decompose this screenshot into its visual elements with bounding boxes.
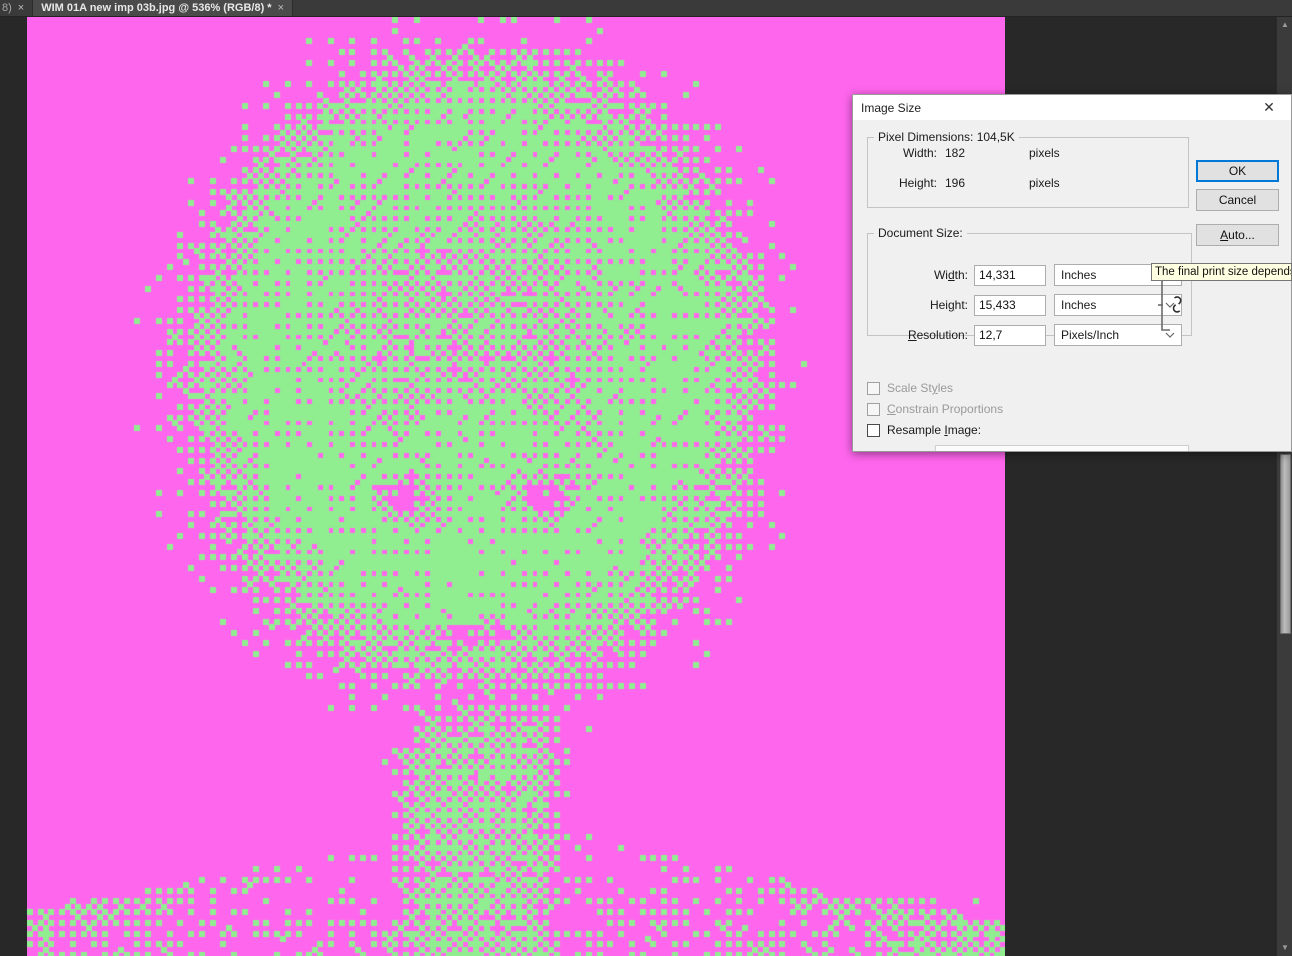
pixel-dimensions-legend: Pixel Dimensions: 104,5K: [878, 130, 1015, 144]
dialog-title-bar[interactable]: Image Size ✕: [853, 95, 1291, 120]
resample-image-row[interactable]: Resample Image:: [867, 423, 981, 437]
close-icon[interactable]: ×: [278, 2, 284, 14]
document-tab-strip: 8) × WIM 01A new imp 03b.jpg @ 536% (RGB…: [0, 0, 1292, 17]
vertical-scrollbar-thumb[interactable]: [1280, 454, 1291, 634]
pixel-height-row: Height: 196 pixels: [883, 176, 1060, 190]
document-resolution-unit-value: Pixels/Inch: [1061, 328, 1120, 342]
pixel-width-row: Width: 182 pixels: [883, 146, 1060, 160]
document-size-group: Document Size: Width: Inches Height: Inc…: [867, 226, 1192, 346]
pixel-height-value: 196: [945, 176, 966, 190]
ok-button-label: OK: [1228, 164, 1247, 178]
auto-button-label: Auto...: [1220, 228, 1255, 242]
document-size-legend: Document Size:: [878, 226, 963, 240]
constrain-proportions-checkbox[interactable]: [867, 402, 880, 416]
document-resolution-row: Resolution: Pixels/Inch: [886, 324, 1182, 346]
document-height-row: Height: Inches: [886, 294, 1182, 316]
resample-image-checkbox[interactable]: [867, 423, 880, 437]
pixel-height-label: Height:: [898, 176, 937, 190]
document-tab-active[interactable]: WIM 01A new imp 03b.jpg @ 536% (RGB/8) *…: [33, 0, 294, 16]
document-width-label: Width:: [933, 268, 968, 282]
close-icon[interactable]: ×: [18, 2, 24, 14]
document-tab-partial-label: 8): [2, 2, 12, 14]
pixel-width-value: 182: [945, 146, 966, 160]
chevron-down-icon: [1165, 300, 1175, 309]
scale-styles-label: Scale Styles: [887, 381, 954, 395]
ok-button[interactable]: OK: [1196, 160, 1279, 182]
chevron-down-icon: [1165, 330, 1175, 339]
cancel-button[interactable]: Cancel: [1196, 189, 1279, 211]
tooltip: The final print size depends: [1151, 263, 1292, 281]
pixel-width-label: Width:: [902, 146, 937, 160]
constrain-proportions-label: Constrain Proportions: [887, 402, 1004, 416]
document-height-input[interactable]: [974, 294, 1046, 316]
cancel-button-label: Cancel: [1218, 193, 1257, 207]
document-width-row: Width: Inches: [886, 264, 1182, 286]
dialog-title: Image Size: [861, 100, 922, 115]
document-height-unit-select[interactable]: Inches: [1054, 294, 1182, 316]
scale-styles-row[interactable]: Scale Styles: [867, 381, 953, 395]
scroll-down-arrow-icon[interactable]: ▼: [1277, 940, 1292, 956]
pixel-dimensions-group: Pixel Dimensions: 104,5K: [867, 130, 1189, 208]
pixel-height-unit: pixels: [1029, 176, 1060, 190]
document-width-unit-value: Inches: [1061, 268, 1097, 282]
constrain-proportions-row[interactable]: Constrain Proportions: [867, 402, 1003, 416]
document-width-input[interactable]: [974, 264, 1046, 286]
close-icon[interactable]: ✕: [1247, 95, 1291, 120]
tab-strip-empty-area: [293, 0, 1292, 16]
document-resolution-input[interactable]: [974, 324, 1046, 346]
document-resolution-label: Resolution:: [907, 328, 968, 342]
document-height-label: Height:: [929, 298, 968, 312]
document-tab-partial[interactable]: 8) ×: [0, 0, 34, 16]
resample-method-select[interactable]: Bicubic Automatic: [935, 445, 1189, 452]
document-resolution-unit-select[interactable]: Pixels/Inch: [1054, 324, 1182, 346]
document-tab-active-label: WIM 01A new imp 03b.jpg @ 536% (RGB/8) *: [41, 2, 272, 14]
scroll-up-arrow-icon[interactable]: ▲: [1277, 17, 1292, 33]
auto-button[interactable]: Auto...: [1196, 224, 1279, 246]
document-height-unit-value: Inches: [1061, 298, 1097, 312]
pixel-width-unit: pixels: [1029, 146, 1060, 160]
scale-styles-checkbox[interactable]: [867, 381, 880, 395]
resample-image-label: Resample Image:: [887, 423, 982, 437]
resample-method-value: Bicubic Automatic: [943, 449, 1038, 452]
